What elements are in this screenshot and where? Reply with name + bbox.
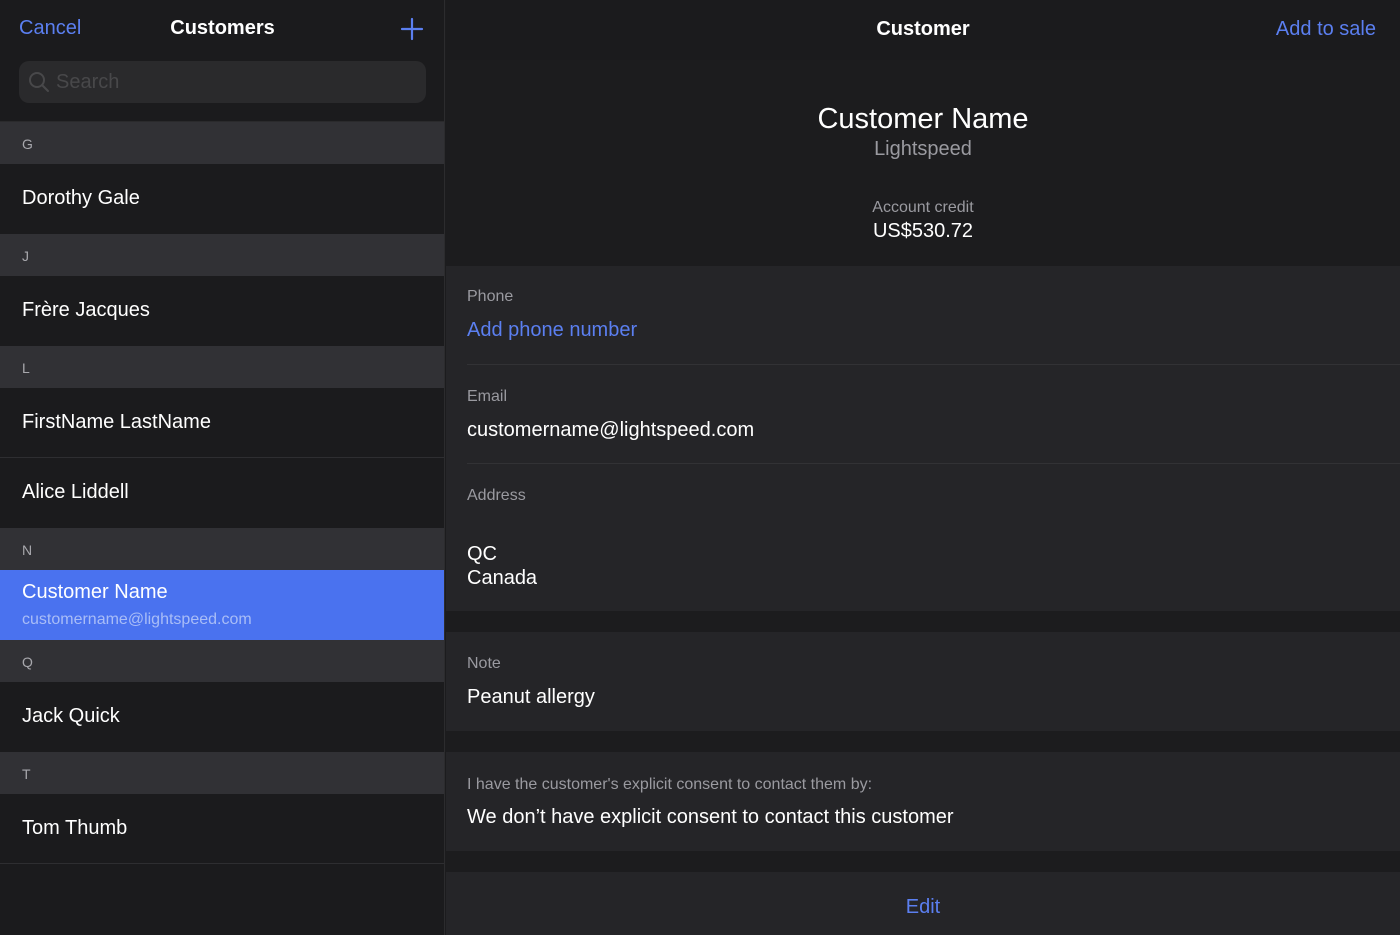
customer-row[interactable]: FirstName LastName <box>0 388 444 458</box>
section-header: Q <box>0 640 444 682</box>
customer-row[interactable]: Tom Thumb <box>0 794 444 864</box>
section-letter: Q <box>22 654 33 670</box>
customer-company: Lightspeed <box>874 138 972 160</box>
section-header: N <box>0 528 444 570</box>
customer-summary: Customer Name Lightspeed Account credit … <box>446 60 1400 266</box>
note-group: Note Peanut allergy <box>446 632 1400 731</box>
customer-row-selected[interactable]: Customer Name customername@lightspeed.com <box>0 570 444 640</box>
section-header: T <box>0 752 444 794</box>
customer-list-pane: DGDorothy GaleJFrère JacquesLFirstName L… <box>0 0 445 935</box>
section-letter: N <box>22 542 33 558</box>
section-header: G <box>0 122 444 164</box>
divider <box>467 463 1400 464</box>
section-header: J <box>0 234 444 276</box>
account-credit-value: US$530.72 <box>872 220 974 242</box>
search-bar[interactable] <box>19 61 426 103</box>
customer-list-header: Cancel Customers <box>0 0 444 122</box>
section-header: L <box>0 346 444 388</box>
section-letter: T <box>22 766 31 782</box>
contact-info-group: Phone Add phone number Email customernam… <box>446 266 1400 611</box>
email-value: customername@lightspeed.com <box>467 419 755 441</box>
address-label: Address <box>467 487 526 504</box>
section-letter: G <box>22 136 33 152</box>
add-to-sale-button[interactable]: Add to sale <box>1276 18 1376 41</box>
customer-row-name: Dorothy Gale <box>22 187 140 209</box>
address-line-1: QC <box>467 543 497 565</box>
customer-row-name: Frère Jacques <box>22 299 150 321</box>
address-line-2: Canada <box>467 567 538 589</box>
search-icon <box>29 72 49 92</box>
customer-row-name: Alice Liddell <box>22 481 129 503</box>
email-label: Email <box>467 388 508 405</box>
customer-row[interactable]: Frère Jacques <box>0 276 444 346</box>
section-letter: L <box>22 360 30 376</box>
customer-detail-title: Customer <box>876 18 970 40</box>
customer-row[interactable]: Alice Liddell <box>0 458 444 528</box>
search-input[interactable] <box>56 61 416 103</box>
customer-row[interactable]: Jack Quick <box>0 682 444 752</box>
customer-name: Customer Name <box>817 103 1029 135</box>
phone-label: Phone <box>467 288 514 305</box>
customer-row-name: FirstName LastName <box>22 411 211 433</box>
add-phone-number-link[interactable]: Add phone number <box>467 319 637 342</box>
consent-value: We don’t have explicit consent to contac… <box>467 806 954 828</box>
customer-row[interactable]: Dorothy Gale <box>0 164 444 234</box>
edit-button[interactable]: Edit <box>446 896 1400 919</box>
account-credit-label: Account credit <box>872 199 974 216</box>
customers-title: Customers <box>170 17 275 39</box>
edit-bar: Edit <box>446 872 1400 935</box>
section-letter: J <box>22 248 29 264</box>
consent-label: I have the customer's explicit consent t… <box>467 776 873 793</box>
note-value: Peanut allergy <box>467 686 595 708</box>
note-label: Note <box>467 655 501 672</box>
consent-group: I have the customer's explicit consent t… <box>446 752 1400 851</box>
app-window: DGDorothy GaleJFrère JacquesLFirstName L… <box>0 0 1400 935</box>
divider <box>467 364 1400 365</box>
customer-row-name: Jack Quick <box>22 705 120 727</box>
customer-list[interactable]: DGDorothy GaleJFrère JacquesLFirstName L… <box>0 94 444 864</box>
customer-row-name: Tom Thumb <box>22 817 128 839</box>
customer-detail-pane: Customer Add to sale Customer Name Light… <box>446 0 1400 935</box>
customer-row-name: Customer Name <box>22 581 168 603</box>
customer-row-email: customername@lightspeed.com <box>22 611 252 628</box>
customer-detail-header: Customer Add to sale <box>446 0 1400 60</box>
add-customer-icon[interactable] <box>400 17 424 41</box>
